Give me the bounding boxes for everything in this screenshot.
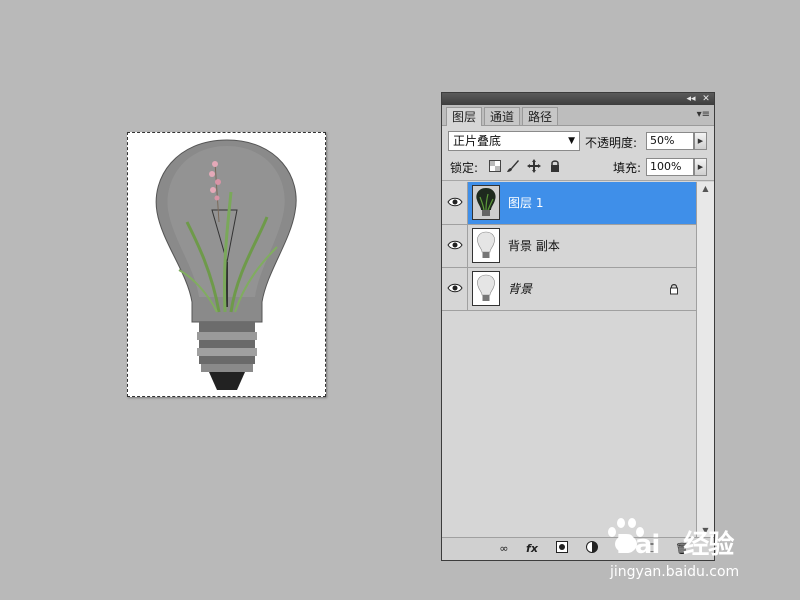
- layer-name[interactable]: 背景 副本: [508, 237, 560, 254]
- fill-slider-arrow-icon[interactable]: ▶: [694, 158, 707, 176]
- fill-label: 填充:: [613, 161, 642, 175]
- layer-name[interactable]: 背景: [508, 280, 532, 297]
- eye-icon: [447, 197, 463, 207]
- layers-panel: ◂◂ ✕ 图层 通道 路径 ▾≡ 正片叠底 ▼ 不透明度: 50% ▶ 锁定:: [441, 92, 715, 561]
- layers-scrollbar[interactable]: ▲ ▼: [696, 182, 714, 538]
- blend-mode-select[interactable]: 正片叠底 ▼: [448, 131, 580, 151]
- tab-paths[interactable]: 路径: [522, 107, 559, 125]
- canvas-document[interactable]: [127, 132, 326, 397]
- layer-thumbnail: [472, 271, 500, 306]
- panel-titlebar[interactable]: ◂◂ ✕: [442, 93, 714, 105]
- lock-all-icon[interactable]: [548, 159, 562, 173]
- opacity-label: 不透明度:: [585, 136, 638, 150]
- fill-input[interactable]: 100%: [646, 158, 694, 176]
- panel-menu-icon[interactable]: ▾≡: [697, 108, 710, 122]
- lock-image-pixels-icon[interactable]: [506, 159, 520, 173]
- layers-list: 图层 1 背景 副本 背景: [442, 182, 696, 538]
- blend-row: 正片叠底 ▼ 不透明度: 50% ▶: [442, 126, 714, 154]
- lock-label: 锁定:: [450, 161, 479, 175]
- blend-mode-value: 正片叠底: [453, 134, 502, 148]
- layer-thumbnail: [472, 228, 500, 263]
- opacity-input[interactable]: 50%: [646, 132, 694, 150]
- layer-main[interactable]: 图层 1: [468, 182, 696, 224]
- lock-row: 锁定: 填充: 100% ▶: [442, 154, 714, 181]
- layer-row-layer-1[interactable]: 图层 1: [442, 182, 696, 225]
- link-layers-icon[interactable]: ∞: [494, 541, 514, 557]
- lightbulb-image: [155, 139, 297, 390]
- panel-tabs: 图层 通道 路径 ▾≡: [442, 105, 714, 126]
- lock-position-icon[interactable]: [527, 159, 541, 173]
- lock-icon: [670, 284, 678, 295]
- eye-icon: [447, 240, 463, 250]
- layer-thumbnail: [472, 185, 500, 220]
- visibility-toggle[interactable]: [442, 225, 468, 267]
- tab-channels[interactable]: 通道: [484, 107, 521, 125]
- lock-transparent-pixels-icon[interactable]: [488, 159, 502, 173]
- layer-main[interactable]: 背景 副本: [468, 225, 696, 267]
- chevron-down-icon: ▼: [568, 136, 575, 146]
- layer-main[interactable]: 背景: [468, 268, 696, 310]
- layer-name[interactable]: 图层 1: [508, 194, 543, 211]
- watermark-url: jingyan.baidu.com: [610, 564, 740, 580]
- watermark-logo-text: Bai 经验: [616, 530, 734, 560]
- layer-row-background-copy[interactable]: 背景 副本: [442, 225, 696, 268]
- opacity-slider-arrow-icon[interactable]: ▶: [694, 132, 707, 150]
- fx-icon[interactable]: fx: [522, 541, 542, 557]
- scroll-up-icon[interactable]: ▲: [697, 182, 714, 196]
- visibility-toggle[interactable]: [442, 268, 468, 310]
- eye-icon: [447, 283, 463, 293]
- double-arrow-left-icon[interactable]: ◂◂: [684, 93, 698, 105]
- layer-mask-icon[interactable]: [554, 541, 570, 557]
- layer-row-background[interactable]: 背景: [442, 268, 696, 311]
- tab-layers[interactable]: 图层: [446, 107, 483, 126]
- baidu-jingyan-watermark: Bai 经验 jingyan.baidu.com: [598, 510, 798, 590]
- close-icon[interactable]: ✕: [699, 93, 713, 105]
- visibility-toggle[interactable]: [442, 182, 468, 224]
